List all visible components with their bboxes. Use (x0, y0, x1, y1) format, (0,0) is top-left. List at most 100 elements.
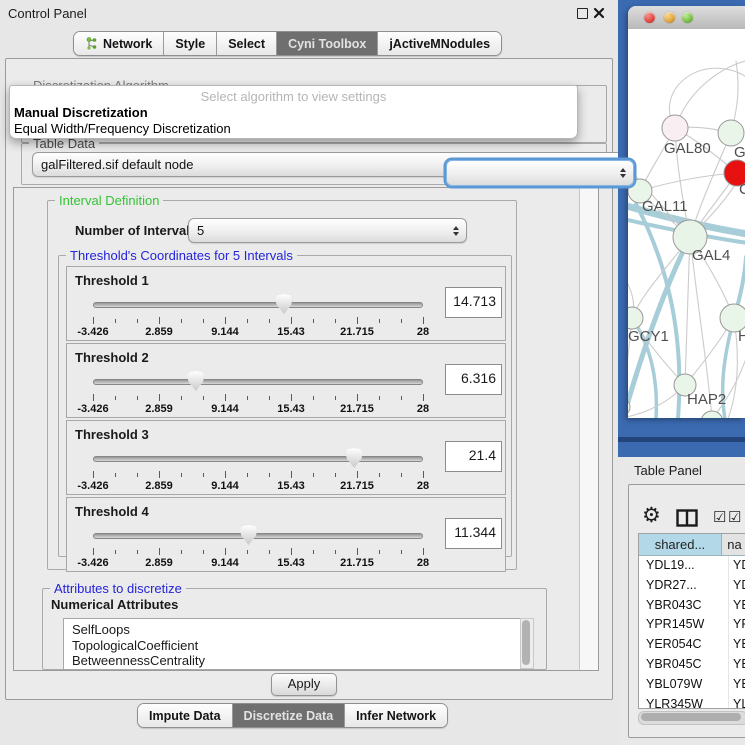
minimize-traffic-light-icon[interactable] (664, 12, 675, 23)
attributes-list-scrollbar[interactable] (520, 618, 534, 669)
zoom-traffic-light-icon[interactable] (682, 12, 693, 23)
slider-track[interactable] (93, 379, 423, 385)
network-node[interactable] (662, 115, 688, 141)
tick-mark (181, 396, 182, 400)
apply-button[interactable]: Apply (271, 673, 337, 696)
cell-shared-name[interactable]: YBR045C (639, 655, 729, 675)
slider-track[interactable] (93, 533, 423, 539)
split-columns-icon[interactable] (676, 509, 698, 527)
slider-track[interactable] (93, 456, 423, 462)
threshold-value-field[interactable]: 14.713 (445, 287, 502, 318)
tick-mark (93, 394, 94, 401)
scrollbar-thumb[interactable] (522, 620, 530, 665)
attribute-list-item[interactable]: TopologicalCoefficient (72, 638, 526, 654)
tick-label: -3.426 (77, 326, 108, 338)
settings-scrollbar[interactable] (579, 188, 599, 670)
checkbox-icon[interactable]: ☑ (728, 510, 741, 525)
cell-name[interactable]: YBL0 (729, 675, 745, 695)
numerical-attributes-label: Numerical Attributes (51, 597, 178, 612)
cell-name[interactable]: YDL1 (729, 556, 745, 576)
close-traffic-light-icon[interactable] (644, 12, 655, 23)
threshold-value-field[interactable]: 21.4 (445, 441, 502, 472)
tab-cyni-toolbox[interactable]: Cyni Toolbox (277, 32, 378, 55)
threshold-value-field[interactable]: 6.316 (445, 364, 502, 395)
slider-thumb[interactable] (275, 294, 292, 314)
network-window-titlebar[interactable] (628, 6, 745, 30)
gear-icon[interactable]: ⚙ (642, 505, 661, 526)
cell-shared-name[interactable]: YBR043C (639, 596, 729, 616)
tab-impute-data[interactable]: Impute Data (138, 704, 233, 727)
slider-ticks (93, 471, 423, 479)
slider-thumb[interactable] (187, 371, 204, 391)
slider-track[interactable] (93, 302, 423, 308)
column-header-shared-name[interactable]: shared... (639, 534, 722, 555)
float-window-icon[interactable] (577, 8, 588, 19)
threshold-slider[interactable]: -3.4262.8599.14415.4321.71528 (93, 524, 423, 570)
table-row[interactable]: YLR345WYLR3 (639, 695, 745, 709)
table-row[interactable]: YBR043CYBR0 (639, 596, 745, 616)
threshold-slider[interactable]: -3.4262.8599.14415.4321.71528 (93, 370, 423, 416)
slider-thumb[interactable] (240, 525, 257, 545)
cell-name[interactable]: YBR0 (729, 596, 745, 616)
table-horizontal-scrollbar[interactable] (638, 711, 745, 725)
scrollbar-thumb[interactable] (641, 713, 741, 721)
attribute-list-item[interactable]: BetweennessCentrality (72, 653, 526, 669)
table-row[interactable]: YDL19...YDL1 (639, 556, 745, 576)
network-edge[interactable] (685, 237, 690, 385)
table-row[interactable]: YBL079WYBL0 (639, 675, 745, 695)
cell-name[interactable]: YLR3 (729, 695, 745, 709)
tab-label: Style (175, 37, 205, 51)
attribute-list-item[interactable]: SelfLoops (72, 622, 526, 638)
table-row[interactable]: YBR045CYBR0 (639, 655, 745, 675)
threshold-slider[interactable]: -3.4262.8599.14415.4321.71528 (93, 447, 423, 493)
network-graph[interactable]: GAL80GACGAL11GAL4GCY1HHAP2 (628, 29, 745, 418)
threshold-value-field[interactable]: 11.344 (445, 518, 502, 549)
cell-shared-name[interactable]: YBL079W (639, 675, 729, 695)
network-canvas[interactable]: GAL80GACGAL11GAL4GCY1HHAP2 (628, 29, 745, 418)
network-node[interactable] (718, 120, 744, 146)
tab-style[interactable]: Style (164, 32, 217, 55)
cell-name[interactable]: YER0 (729, 635, 745, 655)
dropdown-option-equal-width[interactable]: Equal Width/Frequency Discretization (14, 121, 231, 136)
tab-label: Impute Data (149, 709, 221, 723)
slider-thumb[interactable] (346, 448, 363, 468)
cell-name[interactable]: YPR1 (729, 615, 745, 635)
table-row[interactable]: YPR145WYPR1 (639, 615, 745, 635)
cell-shared-name[interactable]: YDR27... (639, 576, 729, 596)
table-row[interactable]: YDR27...YDR2 (639, 576, 745, 596)
tick-mark (401, 473, 402, 477)
threshold-slider[interactable]: -3.4262.8599.14415.4321.71528 (93, 293, 423, 339)
desktop-background: GAL80GACGAL11GAL4GCY1HHAP2 (618, 0, 745, 457)
node-table[interactable]: shared... na YDL19...YDL1YDR27...YDR2YBR… (638, 533, 745, 709)
network-edge[interactable] (640, 173, 737, 191)
table-row[interactable]: YER054CYER0 (639, 635, 745, 655)
tick-label: 28 (417, 480, 429, 492)
cell-shared-name[interactable]: YLR345W (639, 695, 729, 709)
cell-shared-name[interactable]: YER054C (639, 635, 729, 655)
cell-name[interactable]: YBR0 (729, 655, 745, 675)
close-icon[interactable] (593, 7, 605, 19)
tab-network[interactable]: Network (74, 32, 164, 55)
num-intervals-combobox[interactable]: 5 (188, 218, 467, 243)
checkbox-icon[interactable]: ☑ (713, 510, 726, 525)
numerical-attributes-list[interactable]: SelfLoopsTopologicalCoefficientBetweenne… (63, 618, 527, 670)
cell-shared-name[interactable]: YPR145W (639, 615, 729, 635)
column-header-name[interactable]: na (722, 534, 745, 555)
tab-discretize-data[interactable]: Discretize Data (233, 704, 346, 727)
slider-ticks (93, 548, 423, 556)
network-node[interactable] (628, 307, 643, 329)
tick-mark (357, 317, 358, 324)
network-edge[interactable] (712, 361, 745, 418)
tick-label: 9.144 (211, 326, 239, 338)
network-view-window[interactable]: GAL80GACGAL11GAL4GCY1HHAP2 (628, 6, 745, 418)
node-label: GAL4 (692, 247, 730, 264)
dropdown-option-manual[interactable]: Manual Discretization (14, 105, 148, 120)
algorithm-combobox[interactable] (446, 160, 634, 186)
cell-name[interactable]: YDR2 (729, 576, 745, 596)
tab-select[interactable]: Select (217, 32, 277, 55)
tick-label: 9.144 (211, 403, 239, 415)
tab-infer-network[interactable]: Infer Network (345, 704, 447, 727)
cell-shared-name[interactable]: YDL19... (639, 556, 729, 576)
network-node[interactable] (701, 411, 723, 418)
tab-jactivemnodules[interactable]: jActiveMNodules (378, 32, 501, 55)
